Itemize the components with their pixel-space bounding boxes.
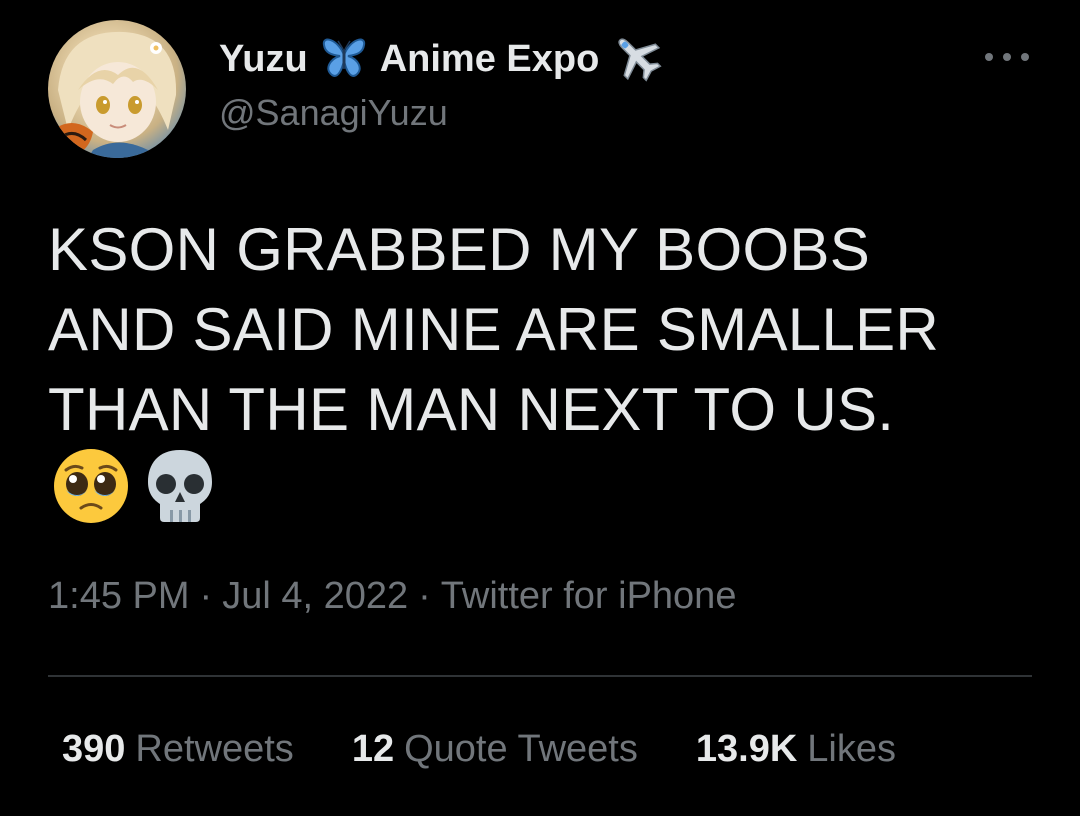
- tweet-text-line: KSON GRABBED MY BOOBS: [48, 216, 871, 283]
- retweets-stat[interactable]: 390 Retweets: [62, 728, 294, 771]
- airplane-icon: [611, 31, 663, 88]
- meta-separator: ·: [199, 575, 213, 617]
- more-options-icon[interactable]: [985, 45, 1029, 69]
- tweet-source[interactable]: Twitter for iPhone: [441, 575, 737, 617]
- avatar[interactable]: [48, 20, 186, 158]
- skull-icon: [144, 446, 216, 531]
- tweet-text-line: AND SAID MINE ARE SMALLER: [48, 296, 940, 363]
- user-handle[interactable]: @SanagiYuzu: [219, 92, 675, 134]
- meta-separator: ·: [418, 575, 431, 617]
- tweet-date[interactable]: Jul 4, 2022: [222, 575, 408, 617]
- display-name-part1[interactable]: Yuzu: [219, 38, 308, 81]
- retweets-count: 390: [62, 728, 126, 770]
- tweet-emojis: [52, 446, 216, 531]
- quote-tweets-count: 12: [351, 728, 395, 770]
- pleading-face-icon: [52, 446, 130, 531]
- tweet-text: KSON GRABBED MY BOOBS AND SAID MINE ARE …: [48, 210, 1048, 450]
- tweet-text-line: THAN THE MAN NEXT TO US.: [48, 376, 895, 443]
- tweet-time[interactable]: 1:45 PM: [48, 575, 190, 617]
- divider: [48, 675, 1032, 677]
- tweet-meta: 1:45 PM · Jul 4, 2022 · Twitter for iPhone: [48, 575, 736, 618]
- more-dot: [1003, 53, 1011, 61]
- tweet-detail: Yuzu Anime Expo @SanagiYuzu KSON GRABBED…: [0, 0, 1080, 816]
- display-name-part2[interactable]: Anime Expo: [380, 38, 600, 81]
- likes-stat[interactable]: 13.9K Likes: [696, 728, 896, 771]
- retweets-label: Retweets: [135, 728, 294, 770]
- more-dot: [985, 53, 993, 61]
- quote-tweets-stat[interactable]: 12 Quote Tweets: [352, 728, 638, 771]
- tweet-stats: 390 Retweets 12 Quote Tweets 13.9K Likes: [62, 728, 954, 771]
- display-name[interactable]: Yuzu Anime Expo: [219, 30, 675, 88]
- tweet-header: Yuzu Anime Expo @SanagiYuzu: [219, 30, 675, 134]
- likes-count: 13.9K: [695, 728, 798, 770]
- more-dot: [1021, 53, 1029, 61]
- likes-label: Likes: [807, 728, 896, 770]
- butterfly-icon: [320, 35, 368, 84]
- quote-tweets-label: Quote Tweets: [404, 728, 638, 770]
